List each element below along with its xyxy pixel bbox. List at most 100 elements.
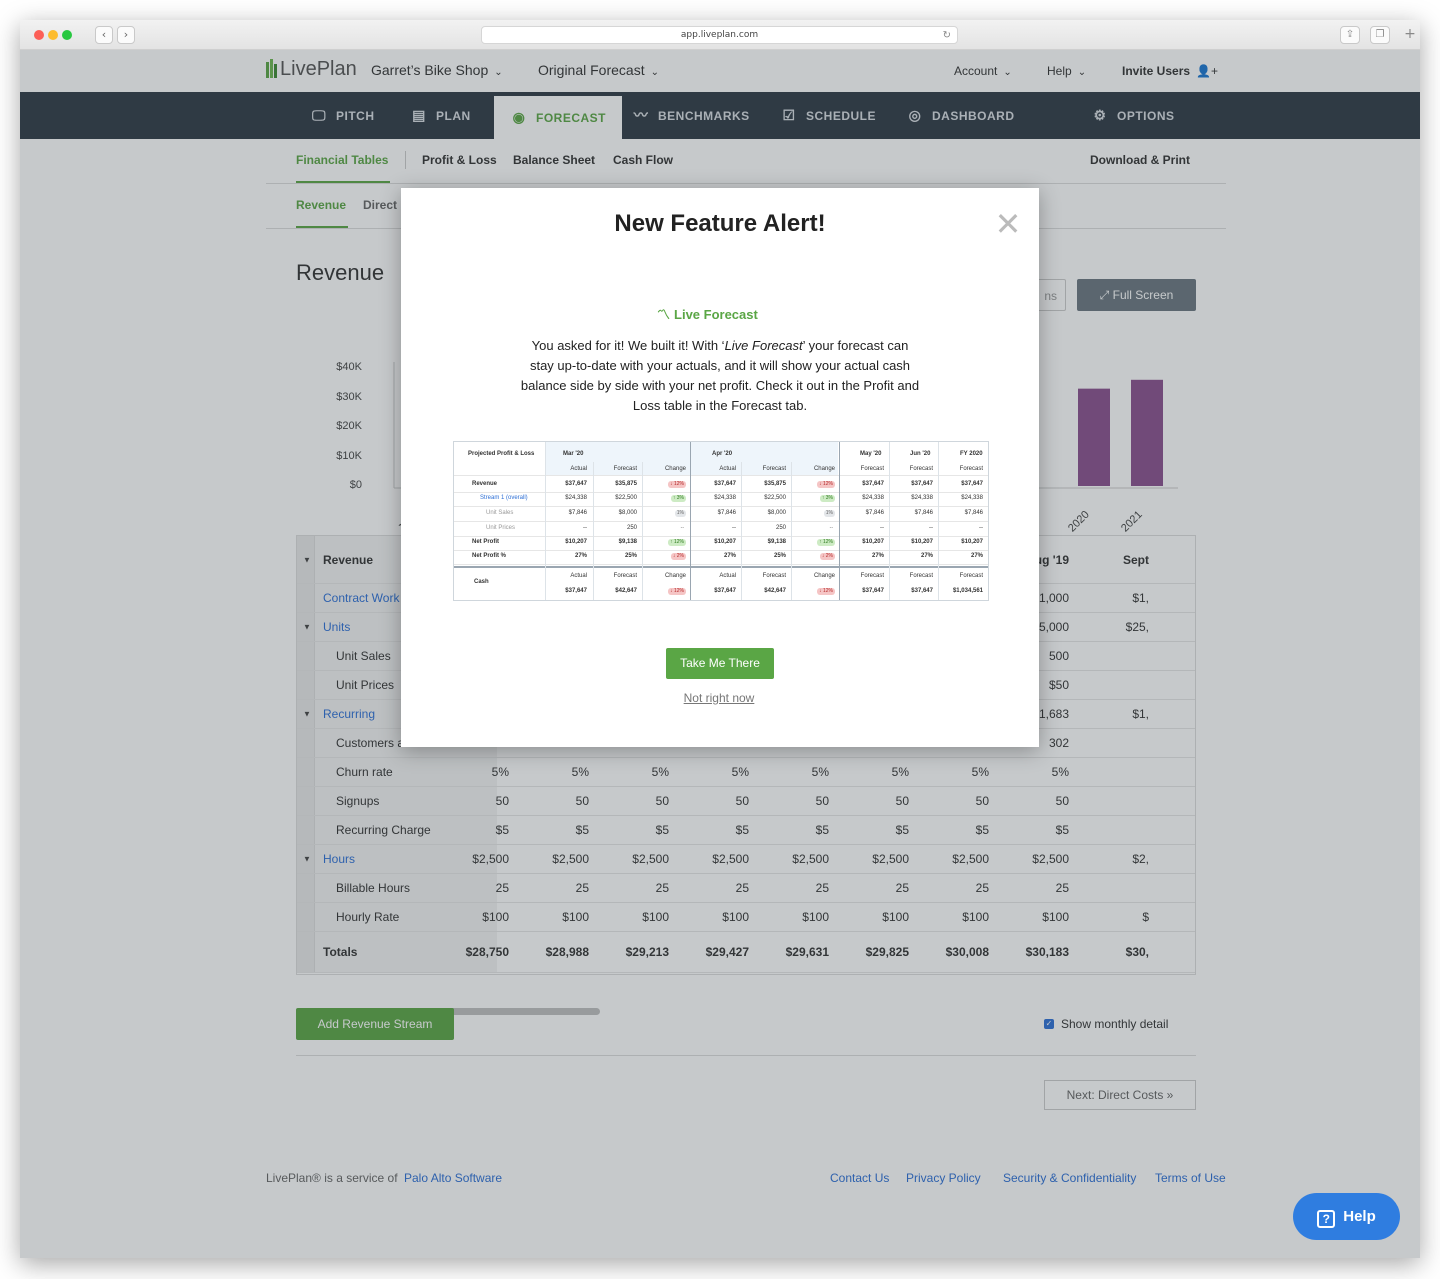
modal-title: New Feature Alert! [614, 210, 826, 237]
feature-name: Live Forecast [674, 307, 758, 322]
preview-row-label: Net Profit [472, 539, 499, 545]
preview-cell: -- [929, 525, 933, 531]
new-tab-icon[interactable]: + [1400, 26, 1420, 44]
preview-change-pill: 1% [823, 510, 835, 517]
preview-cell: -- [583, 525, 587, 531]
preview-cell: $24,338 [565, 495, 587, 501]
preview-subheader: Forecast [909, 573, 933, 579]
preview-period: Apr '20 [712, 451, 733, 457]
preview-cell: $37,647 [911, 481, 933, 487]
preview-cell: $7,846 [914, 510, 933, 516]
preview-header-band [545, 442, 838, 476]
preview-col-divider [889, 442, 890, 600]
preview-cell: -- [732, 525, 736, 531]
preview-subheader: Forecast [613, 573, 637, 579]
preview-change-pill: ↑ 3% [819, 495, 835, 502]
minimize-window-button[interactable] [48, 30, 58, 40]
preview-subheader: Change [664, 573, 686, 579]
live-forecast-preview: Projected Profit & Loss Mar '20 Apr '20 May… [453, 441, 989, 601]
help-label: Help [1343, 1208, 1376, 1225]
preview-subheader: Actual [719, 466, 736, 472]
preview-cell: $42,647 [615, 588, 637, 594]
browser-toolbar: ‹ › app.liveplan.com ↻ ⇪ ❐ + [20, 20, 1420, 50]
desc-emphasis: Live Forecast [724, 338, 803, 353]
preview-subheader: Forecast [762, 466, 786, 472]
preview-change-pill: ↓ 2% [819, 553, 835, 560]
tabs-icon[interactable]: ❐ [1370, 26, 1390, 44]
preview-col-divider [593, 462, 594, 600]
preview-col-divider [839, 442, 840, 600]
preview-cell: 27% [871, 553, 884, 559]
preview-cell: $24,338 [961, 495, 983, 501]
app-page: LivePlan Garret’s Bike Shop ⌄ Original Fo… [20, 50, 1420, 1258]
preview-change-pill: ↓ 12% [817, 481, 835, 488]
maximize-window-button[interactable] [62, 30, 72, 40]
preview-cell: $7,846 [717, 510, 736, 516]
preview-period: Mar '20 [563, 451, 584, 457]
share-icon[interactable]: ⇪ [1340, 26, 1360, 44]
preview-cell: $42,647 [764, 588, 786, 594]
preview-change-pill: -- [829, 525, 833, 531]
preview-subheader: Forecast [909, 466, 933, 472]
preview-period: Jun '20 [910, 451, 931, 457]
back-icon[interactable]: ‹ [95, 26, 113, 44]
reload-icon[interactable]: ↻ [943, 27, 951, 44]
preview-cell: 27% [723, 553, 736, 559]
preview-subheader: Forecast [860, 573, 884, 579]
preview-cell: $24,338 [714, 495, 736, 501]
preview-subheader: Forecast [860, 466, 884, 472]
forward-icon[interactable]: › [117, 26, 135, 44]
help-widget-button[interactable]: ? Help [1293, 1193, 1400, 1240]
preview-cell: $10,207 [565, 539, 587, 545]
desc-part: You asked for it! We built it! With ‘ [531, 338, 725, 353]
preview-cell: -- [979, 525, 983, 531]
live-forecast-label: 〽 Live Forecast [657, 304, 758, 323]
preview-cell: $10,207 [961, 539, 983, 545]
preview-row-divider [454, 475, 988, 476]
preview-cell: -- [880, 525, 884, 531]
preview-row-divider [454, 536, 988, 537]
preview-row-label: Stream 1 (overall) [480, 495, 528, 501]
preview-col-divider [791, 462, 792, 600]
preview-cell: 250 [626, 525, 637, 531]
preview-row-label: Net Profit % [472, 553, 507, 559]
preview-cell: $9,138 [767, 539, 786, 545]
preview-cell: $37,647 [961, 481, 983, 487]
preview-row-divider [454, 521, 988, 522]
preview-cash-label: Cash [474, 579, 489, 585]
close-window-button[interactable] [34, 30, 44, 40]
trend-up-icon: 〽 [657, 307, 671, 322]
browser-window: ‹ › app.liveplan.com ↻ ⇪ ❐ + LivePlan Gar… [20, 20, 1420, 1258]
preview-cell: $9,138 [618, 539, 637, 545]
preview-cell: 25% [624, 553, 637, 559]
address-bar[interactable]: app.liveplan.com ↻ [481, 26, 958, 44]
preview-row-label: Unit Prices [486, 525, 516, 531]
not-right-now-link[interactable]: Not right now [401, 691, 1037, 705]
preview-cell: $8,000 [618, 510, 637, 516]
take-me-there-button[interactable]: Take Me There [666, 648, 774, 679]
preview-subheader: Actual [719, 573, 736, 579]
close-icon[interactable]: ✕ [993, 208, 1023, 240]
preview-cell: $22,500 [615, 495, 637, 501]
preview-cell: $37,647 [565, 588, 587, 594]
preview-cell: $7,846 [964, 510, 983, 516]
preview-cell: $22,500 [764, 495, 786, 501]
preview-cell: 27% [920, 553, 933, 559]
preview-cell: $24,338 [862, 495, 884, 501]
preview-cell: 27% [574, 553, 587, 559]
preview-cell: $10,207 [714, 539, 736, 545]
feature-alert-modal: New Feature Alert! ✕ 〽 Live Forecast You … [401, 188, 1039, 747]
preview-cell: 250 [775, 525, 786, 531]
preview-subheader: Forecast [762, 573, 786, 579]
preview-change-pill: ↑ 3% [670, 495, 686, 502]
preview-row-divider [454, 564, 988, 565]
preview-row-divider [454, 550, 988, 551]
preview-col-divider [545, 442, 546, 600]
preview-period: May '20 [860, 451, 882, 457]
preview-row-label: Revenue [472, 481, 498, 487]
preview-cell: $37,647 [911, 588, 933, 594]
preview-row-label: Unit Sales [486, 510, 514, 516]
preview-col-divider [690, 442, 691, 600]
preview-change-pill: ↑ 12% [817, 539, 835, 546]
preview-section-divider [454, 566, 988, 568]
